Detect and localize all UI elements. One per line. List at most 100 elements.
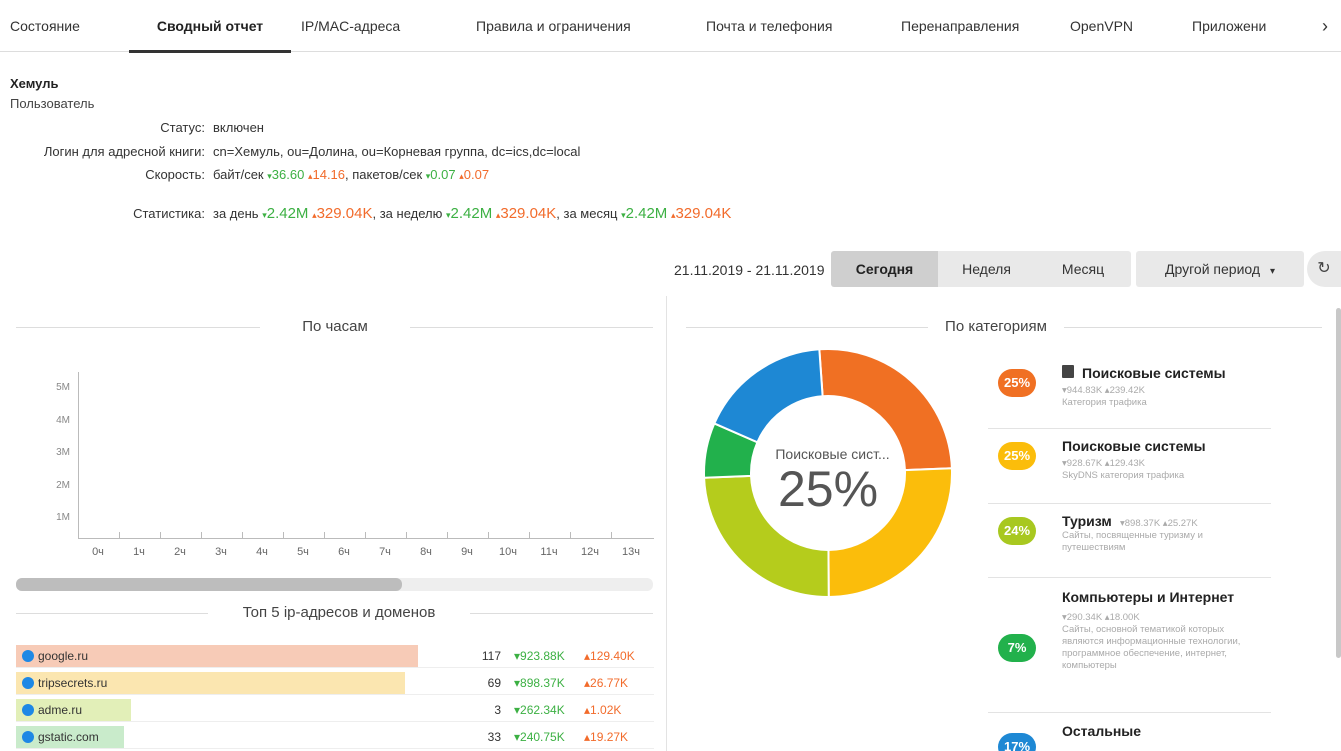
y-tick-label: 3M bbox=[56, 447, 70, 458]
stats-week-up: ▴329.04K bbox=[495, 205, 557, 222]
tab-redirects[interactable]: Перенаправления bbox=[901, 0, 1019, 52]
category-title: Поисковые системы bbox=[1082, 365, 1226, 381]
connection-count: 117 bbox=[481, 649, 501, 663]
table-row[interactable]: gstatic.com 33 ▾240.75K ▴19.27K bbox=[16, 725, 654, 749]
traffic-down: ▾262.34K bbox=[514, 703, 565, 717]
x-tick-label: 4ч bbox=[256, 546, 268, 558]
host-dot-icon bbox=[22, 677, 34, 689]
tab-openvpn[interactable]: OpenVPN bbox=[1070, 0, 1133, 52]
tab-mail-telephony[interactable]: Почта и телефония bbox=[706, 0, 832, 52]
category-description: Категория трафика bbox=[1062, 397, 1147, 408]
column-divider bbox=[666, 296, 667, 751]
tab-applications[interactable]: Приложени bbox=[1192, 0, 1310, 52]
x-tick-label: 12ч bbox=[581, 546, 599, 558]
speed-label: Скорость: bbox=[145, 167, 205, 182]
table-row[interactable]: adme.ru 3 ▾262.34K ▴1.02K bbox=[16, 698, 654, 722]
traffic-up: ▴129.40K bbox=[584, 649, 635, 663]
host-name: google.ru bbox=[38, 649, 89, 663]
x-tick-mark bbox=[529, 532, 530, 538]
status-value: включен bbox=[213, 120, 264, 135]
table-row[interactable]: tripsecrets.ru 69 ▾898.37K ▴26.77K bbox=[16, 671, 654, 695]
category-percent-badge: 24% bbox=[998, 517, 1036, 545]
tab-ip-mac[interactable]: IP/MAC-адреса bbox=[301, 0, 400, 52]
connection-count: 69 bbox=[487, 676, 501, 690]
x-tick-label: 11ч bbox=[540, 546, 558, 558]
category-title: Поисковые системы bbox=[1062, 438, 1206, 454]
speed-bytes-up: ▴14.16 bbox=[307, 167, 346, 182]
chevron-right-icon[interactable]: › bbox=[1322, 0, 1328, 52]
category-item[interactable]: 25% Поисковые системы ▾928.67K ▴129.43K Sky… bbox=[988, 430, 1271, 504]
category-percent-badge: 7% bbox=[998, 634, 1036, 662]
speed-bytes-label: байт/сек bbox=[213, 167, 264, 182]
x-tick-mark bbox=[611, 532, 612, 538]
traffic-down: ▾923.88K bbox=[514, 649, 565, 663]
category-description: Сайты, основной тематикой которых являют… bbox=[1062, 624, 1241, 671]
tab-rules[interactable]: Правила и ограничения bbox=[476, 0, 631, 52]
x-axis bbox=[78, 538, 654, 539]
y-tick-label: 1M bbox=[56, 512, 70, 523]
connection-count: 33 bbox=[487, 730, 501, 744]
y-tick-label: 5M bbox=[56, 382, 70, 393]
hourly-title: По часам bbox=[260, 318, 410, 335]
stats-label: Статистика: bbox=[133, 206, 205, 221]
category-item[interactable]: 24% Туризм ▾898.37K ▴25.27K Сайты, посвящен… bbox=[988, 505, 1271, 578]
category-item[interactable]: 25% Поисковые системы ▾944.83K ▴239.42K Кат… bbox=[988, 357, 1271, 429]
speed-row: Скорость: байт/сек ▾36.60 ▴14.16, пакетов… bbox=[0, 167, 489, 182]
user-role: Пользователь bbox=[10, 96, 95, 111]
tab-status[interactable]: Состояние bbox=[10, 0, 80, 52]
x-tick-mark bbox=[283, 532, 284, 538]
category-traffic: ▾898.37K ▴25.27K bbox=[1120, 518, 1198, 529]
x-tick-label: 8ч bbox=[420, 546, 432, 558]
traffic-up: ▴19.27K bbox=[584, 730, 629, 744]
speed-packets-down: ▾0.07 bbox=[425, 167, 456, 182]
other-period-dropdown[interactable]: Другой период ▾ bbox=[1136, 251, 1304, 287]
other-period-label: Другой период bbox=[1165, 261, 1261, 277]
month-button[interactable]: Месяц bbox=[1035, 251, 1131, 287]
donut-slice[interactable] bbox=[713, 348, 824, 444]
refresh-icon[interactable]: ↻ bbox=[1307, 251, 1341, 287]
chevron-down-icon: ▾ bbox=[1269, 266, 1275, 277]
x-tick-label: 9ч bbox=[461, 546, 473, 558]
x-tick-label: 1ч bbox=[133, 546, 145, 558]
host-name: gstatic.com bbox=[38, 730, 99, 744]
stats-day-label: за день bbox=[213, 206, 259, 221]
host-dot-icon bbox=[22, 731, 34, 743]
host-dot-icon bbox=[22, 650, 34, 662]
x-tick-label: 5ч bbox=[297, 546, 309, 558]
x-tick-mark bbox=[119, 532, 120, 538]
stats-week-label: , за неделю bbox=[372, 206, 443, 221]
category-traffic: ▾290.34K ▴18.00K bbox=[1062, 612, 1140, 623]
x-tick-mark bbox=[365, 532, 366, 538]
stats-day-down: ▾2.42M bbox=[262, 205, 309, 222]
stats-month-up: ▴329.04K bbox=[670, 205, 732, 222]
host-dot-icon bbox=[22, 704, 34, 716]
user-name: Хемуль bbox=[10, 76, 59, 91]
login-row: Логин для адресной книги: cn=Хемуль, ou=Д… bbox=[0, 144, 581, 159]
x-tick-label: 6ч bbox=[338, 546, 350, 558]
traffic-up: ▴1.02K bbox=[584, 703, 622, 717]
login-label: Логин для адресной книги: bbox=[43, 144, 205, 159]
today-button[interactable]: Сегодня bbox=[831, 251, 938, 287]
x-tick-label: 3ч bbox=[215, 546, 227, 558]
chart-scrollbar-thumb[interactable] bbox=[16, 578, 402, 591]
y-tick-label: 2M bbox=[56, 480, 70, 491]
traffic-down: ▾898.37K bbox=[514, 676, 565, 690]
category-title: Остальные bbox=[1062, 723, 1142, 739]
category-percent-badge: 17% bbox=[998, 733, 1036, 751]
y-axis bbox=[78, 372, 79, 539]
page-scrollbar[interactable] bbox=[1336, 308, 1341, 658]
x-tick-mark bbox=[488, 532, 489, 538]
category-percent-badge: 25% bbox=[998, 369, 1036, 397]
tab-bar: Состояние Сводный отчет IP/MAC-адреса Пр… bbox=[0, 0, 1341, 53]
x-tick-label: 0ч bbox=[92, 546, 104, 558]
status-label: Статус: bbox=[160, 120, 205, 135]
x-tick-label: 2ч bbox=[174, 546, 186, 558]
login-value: cn=Хемуль, ou=Долина, ou=Корневая группа… bbox=[213, 144, 581, 159]
category-item[interactable]: 17% Остальные bbox=[988, 713, 1271, 751]
category-item[interactable]: 7% Компьютеры и Интернет ▾290.34K ▴18.00K С… bbox=[988, 579, 1271, 713]
week-button[interactable]: Неделя bbox=[938, 251, 1035, 287]
tab-summary-report[interactable]: Сводный отчет bbox=[129, 0, 291, 53]
table-row[interactable]: google.ru 117 ▾923.88K ▴129.40K bbox=[16, 644, 654, 668]
stats-day-up: ▴329.04K bbox=[312, 205, 373, 222]
top5-title: Топ 5 ip-адресов и доменов bbox=[208, 604, 470, 621]
